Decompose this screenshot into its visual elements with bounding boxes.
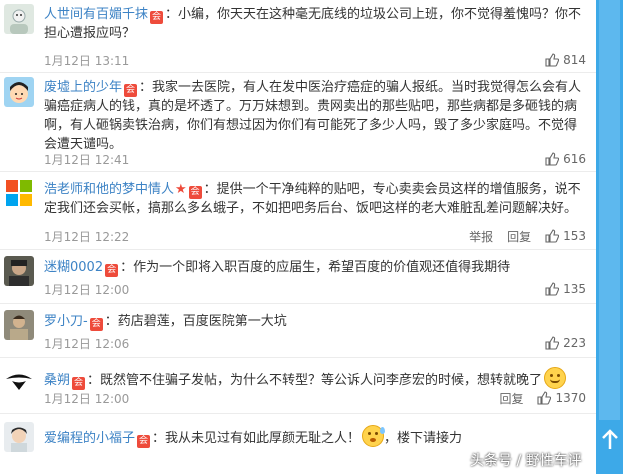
comment-text: ：药店碧莲，百度医院第一大坑	[104, 314, 287, 329]
scrollbar-thumb[interactable]	[599, 0, 620, 420]
vip-badge-icon: 会	[150, 11, 164, 24]
comment-time: 1月12日 12:00	[44, 392, 130, 406]
arrow-up-icon[interactable]	[597, 426, 622, 454]
comment-time: 1月12日 12:41	[44, 153, 130, 167]
comment-actions: 举报 回复 153	[455, 227, 586, 245]
comment-list: 人世间有百媚千抹会：小编，你天天在这种毫无底线的垃圾公司上班，你不觉得羞愧吗？你…	[0, 0, 596, 474]
comment-text: ：我从未见过有如此厚颜无耻之人！	[152, 431, 361, 446]
avatar[interactable]	[4, 178, 34, 208]
comment-time: 1月12日 13:11	[44, 54, 130, 68]
avatar[interactable]	[4, 77, 34, 107]
avatar[interactable]	[4, 366, 34, 396]
vip-badge-icon: 会	[72, 377, 86, 390]
thumbs-up-icon	[545, 53, 560, 67]
username[interactable]: 爱编程的小福子	[44, 431, 135, 446]
vip-badge-icon: 会	[105, 264, 119, 277]
star-icon: ★	[175, 182, 187, 197]
comment-body: 人世间有百媚千抹会：小编，你天天在这种毫无底线的垃圾公司上班，你不觉得羞愧吗？你…	[44, 5, 584, 43]
like-count: 1370	[555, 391, 586, 405]
divider	[0, 72, 596, 73]
sweat-emoji-icon	[362, 425, 386, 447]
comment-actions: 223	[531, 334, 586, 352]
vip-badge-icon: 会	[124, 84, 138, 97]
like-button[interactable]: 223	[545, 336, 586, 350]
comment-time: 1月12日 12:22	[44, 230, 130, 244]
comment-actions: 814	[531, 51, 586, 69]
reply-button[interactable]: 回复	[499, 390, 523, 407]
smile-emoji-icon	[544, 367, 567, 389]
like-button[interactable]: 616	[545, 152, 586, 166]
like-button[interactable]: 153	[545, 229, 586, 243]
username[interactable]: 迷糊0002	[44, 260, 103, 275]
username[interactable]: 废墟上的少年	[44, 80, 122, 95]
like-count: 223	[563, 336, 586, 350]
like-count: 814	[563, 53, 586, 67]
username[interactable]: 人世间有百媚千抹	[44, 7, 148, 22]
comment-body: 迷糊0002 会：作为一个即将入职百度的应届生，希望百度的价值观还值得我期待	[44, 258, 584, 277]
avatar[interactable]	[4, 310, 34, 340]
thumbs-up-icon	[545, 336, 560, 350]
like-count: 135	[563, 282, 586, 296]
divider	[0, 249, 596, 250]
comment-actions: 135	[531, 280, 586, 298]
username[interactable]: 罗小刀-	[44, 314, 88, 329]
avatar[interactable]	[4, 4, 34, 34]
reply-button[interactable]: 回复	[507, 228, 531, 245]
like-button[interactable]: 135	[545, 282, 586, 296]
comment-body: 废墟上的少年会：我家一去医院，有人在发中医治疗癌症的骗人报纸。当时我觉得怎么会有…	[44, 78, 584, 154]
comment-actions: 回复 1370	[485, 389, 586, 407]
comment-time: 1月12日 12:06	[44, 337, 130, 351]
vip-badge-icon: 会	[89, 318, 103, 331]
like-button[interactable]: 814	[545, 53, 586, 67]
vip-badge-icon: 会	[137, 435, 151, 448]
comment-body: 罗小刀- 会：药店碧莲，百度医院第一大坑	[44, 312, 584, 331]
vip-badge-icon: 会	[188, 186, 202, 199]
like-count: 616	[563, 152, 586, 166]
thumbs-up-icon	[545, 282, 560, 296]
divider	[0, 413, 596, 414]
comment-text: ：作为一个即将入职百度的应届生，希望百度的价值观还值得我期待	[120, 260, 511, 275]
divider	[0, 303, 596, 304]
thumbs-up-icon	[545, 229, 560, 243]
report-button[interactable]: 举报	[469, 228, 493, 245]
comment-text: ：既然管不住骗子发帖，为什么不转型？等公诉人问李彦宏的时候，想转就晚了	[87, 373, 543, 388]
comment-text-tail: ，楼下请接力	[384, 431, 463, 446]
watermark: 头条号 / 野性车评	[470, 453, 582, 469]
comment-time: 1月12日 12:00	[44, 283, 130, 297]
username[interactable]: 浩老师和他的梦中情人	[44, 182, 174, 197]
avatar[interactable]	[4, 422, 34, 452]
like-button[interactable]: 1370	[537, 391, 586, 405]
thumbs-up-icon	[537, 391, 552, 405]
comment-body: 桑朔会：既然管不住骗子发帖，为什么不转型？等公诉人问李彦宏的时候，想转就晚了	[44, 367, 584, 390]
divider	[0, 171, 596, 172]
comment-body: 浩老师和他的梦中情人★ 会：提供一个干净纯粹的贴吧，专心卖卖会员这样的增值服务，说…	[44, 180, 584, 218]
avatar[interactable]	[4, 256, 34, 286]
username[interactable]: 桑朔	[44, 373, 70, 388]
like-count: 153	[563, 229, 586, 243]
thumbs-up-icon	[545, 152, 560, 166]
scrollbar[interactable]	[596, 0, 623, 474]
comment-actions: 616	[531, 150, 586, 168]
divider	[0, 357, 596, 358]
comment-body: 爱编程的小福子会：我从未见过有如此厚颜无耻之人！ ，楼下请接力	[44, 425, 584, 448]
